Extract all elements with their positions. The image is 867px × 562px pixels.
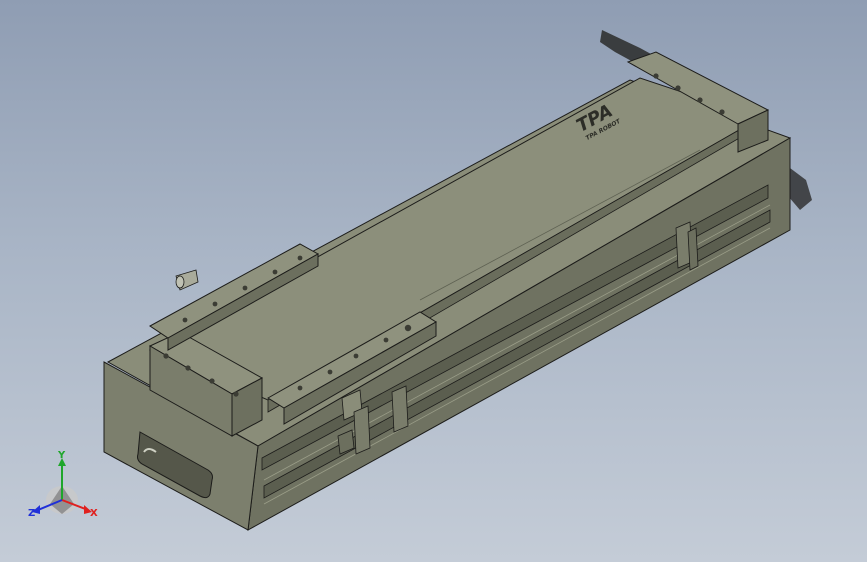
x-axis-label: X — [90, 508, 98, 519]
cad-viewport[interactable]: TPA TPA ROBOT Y X Z — [0, 0, 867, 562]
linear-actuator-model: TPA TPA ROBOT Y X Z — [28, 30, 812, 531]
z-axis-label: Z — [28, 508, 35, 519]
y-axis-label: Y — [57, 450, 66, 461]
coordinate-triad: Y X Z — [28, 450, 98, 519]
drive-shaft — [175, 269, 199, 291]
